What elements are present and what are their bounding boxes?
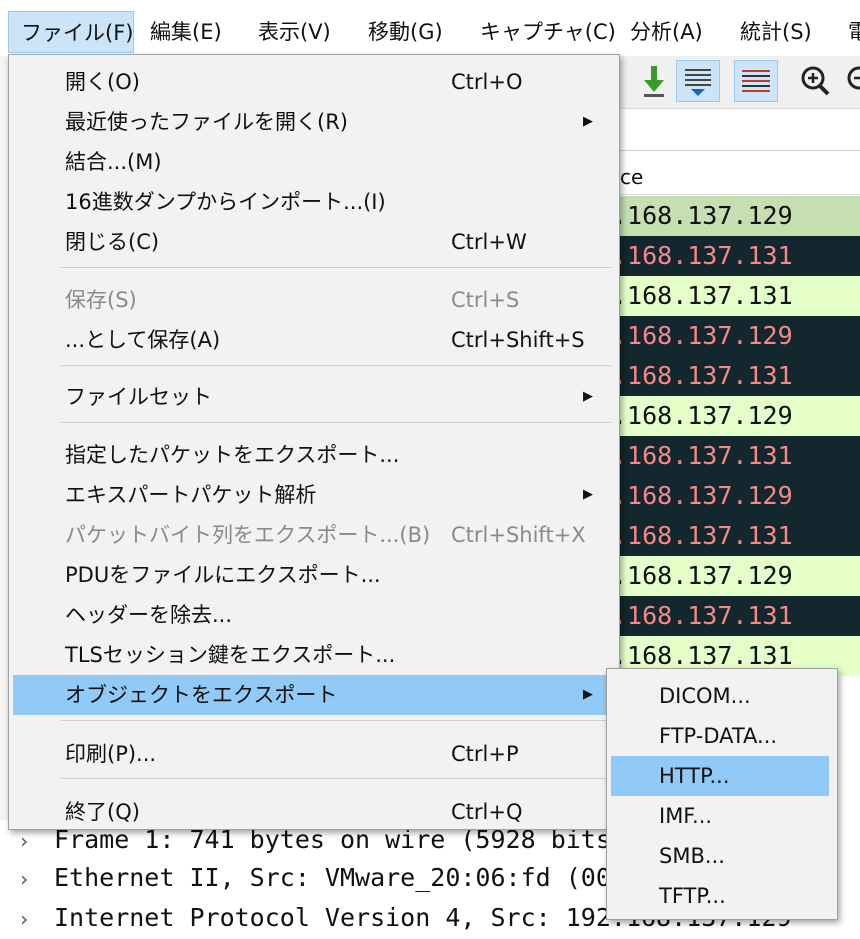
packet-row-source: .168.137.131 xyxy=(612,521,793,550)
menu-view[interactable]: 表示(V) xyxy=(258,11,331,53)
packet-list-header: ce xyxy=(612,152,860,195)
packet-row-source: .168.137.129 xyxy=(612,481,793,510)
menu-item-export-pdus[interactable]: PDUをファイルにエクスポート... xyxy=(13,555,615,595)
autoscroll-icon[interactable] xyxy=(676,60,720,102)
menu-item-import-hex[interactable]: 16進数ダンプからインポート...(I) xyxy=(13,182,615,222)
menu-separator xyxy=(61,267,611,268)
submenu-item-http[interactable]: HTTP... xyxy=(611,756,829,796)
packet-row[interactable]: .168.137.129 xyxy=(612,396,860,436)
packet-row-source: .168.137.129 xyxy=(612,561,793,590)
menu-item-open-recent[interactable]: 最近使ったファイルを開く(R) ▶ xyxy=(13,102,615,142)
menu-item-print[interactable]: 印刷(P)... Ctrl+P xyxy=(13,734,615,774)
packet-row[interactable]: .168.137.129 xyxy=(612,196,860,236)
menu-separator xyxy=(61,365,611,366)
packet-row-source: .168.137.129 xyxy=(612,321,793,350)
menu-item-file-set[interactable]: ファイルセット ▶ xyxy=(13,377,615,417)
menu-file[interactable]: ファイル(F) xyxy=(8,11,134,53)
download-arrow-icon[interactable] xyxy=(632,60,676,102)
submenu-arrow-icon: ▶ xyxy=(583,487,593,502)
packet-row-source: .168.137.129 xyxy=(612,201,793,230)
packet-row[interactable]: .168.137.129 xyxy=(612,476,860,516)
menu-separator xyxy=(61,720,611,721)
menu-item-open[interactable]: 開く(O) Ctrl+O xyxy=(13,62,615,102)
packet-row[interactable]: .168.137.131 xyxy=(612,356,860,396)
submenu-arrow-icon: ▶ xyxy=(583,389,593,404)
menu-item-save-as[interactable]: ...として保存(A) Ctrl+Shift+S xyxy=(13,320,615,360)
main-toolbar xyxy=(612,56,860,109)
chevron-right-icon[interactable]: › xyxy=(18,859,54,899)
packet-row[interactable]: .168.137.131 xyxy=(612,596,860,636)
submenu-item-smb[interactable]: SMB... xyxy=(611,836,829,876)
packet-row[interactable]: .168.137.131 xyxy=(612,516,860,556)
packet-row-source: .168.137.131 xyxy=(612,281,793,310)
submenu-arrow-icon: ▶ xyxy=(583,114,593,129)
export-objects-submenu: DICOM... FTP-DATA... HTTP... IMF... SMB.… xyxy=(606,668,838,920)
menu-item-expert-analysis[interactable]: エキスパートパケット解析 ▶ xyxy=(13,475,615,515)
menu-edit[interactable]: 編集(E) xyxy=(150,11,222,53)
chevron-right-icon[interactable]: › xyxy=(18,899,54,939)
zoom-in-icon[interactable] xyxy=(794,60,838,102)
file-menu-dropdown: 開く(O) Ctrl+O 最近使ったファイルを開く(R) ▶ 結合...(M) … xyxy=(8,54,620,830)
display-filter-bar[interactable] xyxy=(612,110,860,151)
menu-item-export-objects[interactable]: オブジェクトをエクスポート ▶ xyxy=(13,675,615,715)
packet-row[interactable]: .168.137.129 xyxy=(612,556,860,596)
menu-item-export-packet-bytes[interactable]: パケットバイト列をエクスポート...(B) Ctrl+Shift+X xyxy=(13,515,615,555)
menu-separator xyxy=(61,422,611,423)
packet-row[interactable]: .168.137.131 xyxy=(612,436,860,476)
packet-row[interactable]: .168.137.131 xyxy=(612,236,860,276)
menu-item-strip-headers[interactable]: ヘッダーを除去... xyxy=(13,595,615,635)
menu-item-save[interactable]: 保存(S) Ctrl+S xyxy=(13,280,615,320)
menu-telephony[interactable]: 電 xyxy=(848,11,860,53)
submenu-item-dicom[interactable]: DICOM... xyxy=(611,676,829,716)
menu-item-quit[interactable]: 終了(Q) Ctrl+Q xyxy=(13,792,615,832)
menu-item-export-specified-packets[interactable]: 指定したパケットをエクスポート... xyxy=(13,435,615,475)
colorize-icon[interactable] xyxy=(734,60,778,102)
submenu-item-ftp-data[interactable]: FTP-DATA... xyxy=(611,716,829,756)
packet-row-source: .168.137.131 xyxy=(612,601,793,630)
menu-go[interactable]: 移動(G) xyxy=(368,11,443,53)
packet-row-source: .168.137.129 xyxy=(612,401,793,430)
packet-row-source: .168.137.131 xyxy=(612,361,793,390)
menu-bar: ファイル(F) 編集(E) 表示(V) 移動(G) キャプチャ(C) 分析(A)… xyxy=(0,0,860,56)
submenu-item-imf[interactable]: IMF... xyxy=(611,796,829,836)
menu-item-export-tls-keys[interactable]: TLSセッション鍵をエクスポート... xyxy=(13,635,615,675)
menu-separator xyxy=(61,778,611,779)
packet-row[interactable]: .168.137.129 xyxy=(612,316,860,356)
submenu-arrow-icon: ▶ xyxy=(583,687,593,702)
menu-item-merge[interactable]: 結合...(M) xyxy=(13,142,615,182)
packet-row-source: .168.137.131 xyxy=(612,441,793,470)
menu-capture[interactable]: キャプチャ(C) xyxy=(480,11,616,53)
zoom-out-icon[interactable] xyxy=(840,60,860,102)
submenu-item-tftp[interactable]: TFTP... xyxy=(611,876,829,916)
menu-statistics[interactable]: 統計(S) xyxy=(740,11,812,53)
packet-row[interactable]: .168.137.131 xyxy=(612,276,860,316)
packet-row-source: .168.137.131 xyxy=(612,241,793,270)
menu-analyze[interactable]: 分析(A) xyxy=(630,11,703,53)
packet-row-source: .168.137.131 xyxy=(612,641,793,670)
menu-item-close[interactable]: 閉じる(C) Ctrl+W xyxy=(13,222,615,262)
